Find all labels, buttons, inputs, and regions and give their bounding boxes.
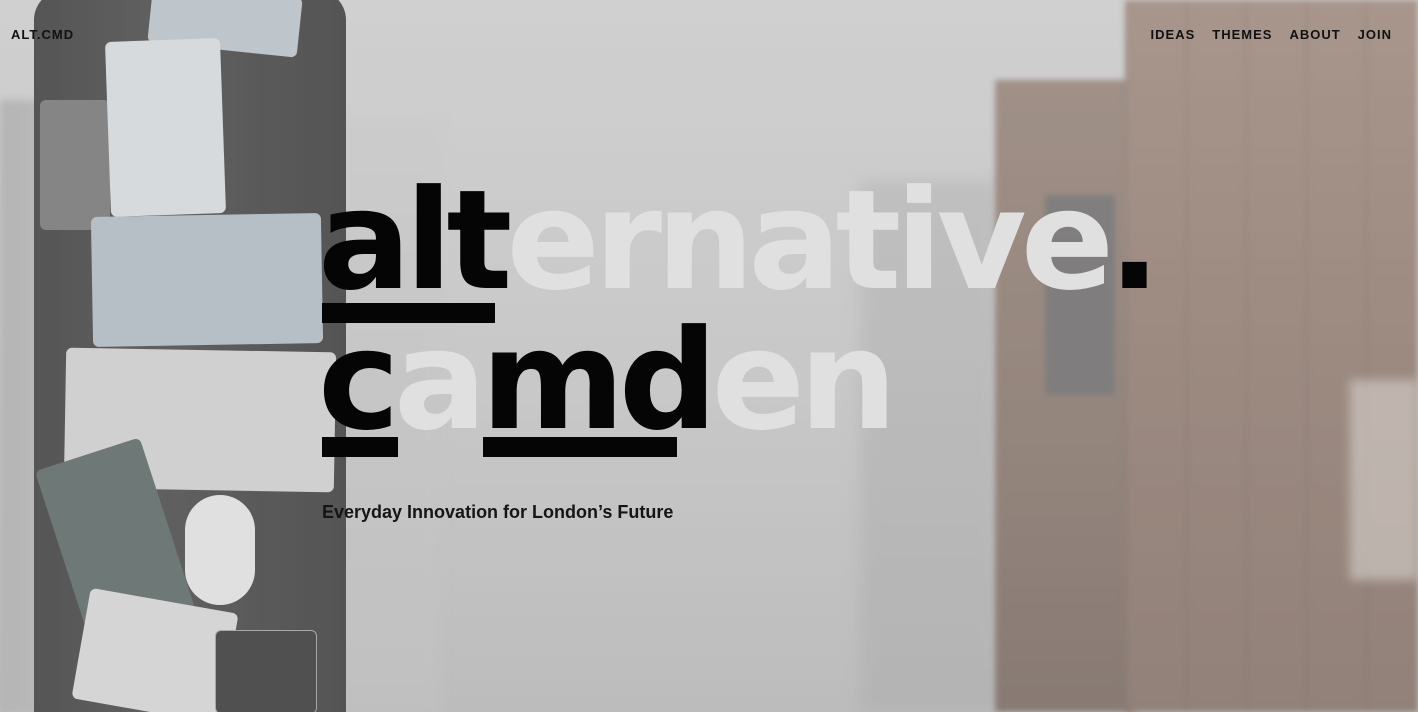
nav-item-about[interactable]: ABOUT: [1289, 27, 1340, 42]
headline-en-part: en: [711, 300, 898, 461]
hero-headline-alternative: alternative.: [318, 172, 1161, 310]
nav-item-join[interactable]: JOIN: [1358, 27, 1392, 42]
underline-c: [322, 437, 398, 457]
hero-page: ALT.CMD IDEAS THEMES ABOUT JOIN alternat…: [0, 0, 1418, 712]
headline-alt-part: alt: [318, 160, 512, 321]
nav-item-themes[interactable]: THEMES: [1212, 27, 1272, 42]
headline-a-part: a: [393, 300, 487, 461]
nav-item-ideas[interactable]: IDEAS: [1151, 27, 1196, 42]
site-logo[interactable]: ALT.CMD: [11, 27, 74, 42]
hero-headline-camden: camden: [318, 312, 897, 450]
headline-ernative-part: ernative: [506, 160, 1114, 321]
headline-period: .: [1108, 160, 1160, 321]
main-nav: IDEAS THEMES ABOUT JOIN: [1151, 27, 1392, 42]
hero-tagline: Everyday Innovation for London’s Future: [322, 502, 674, 522]
underline-md: [483, 437, 677, 457]
